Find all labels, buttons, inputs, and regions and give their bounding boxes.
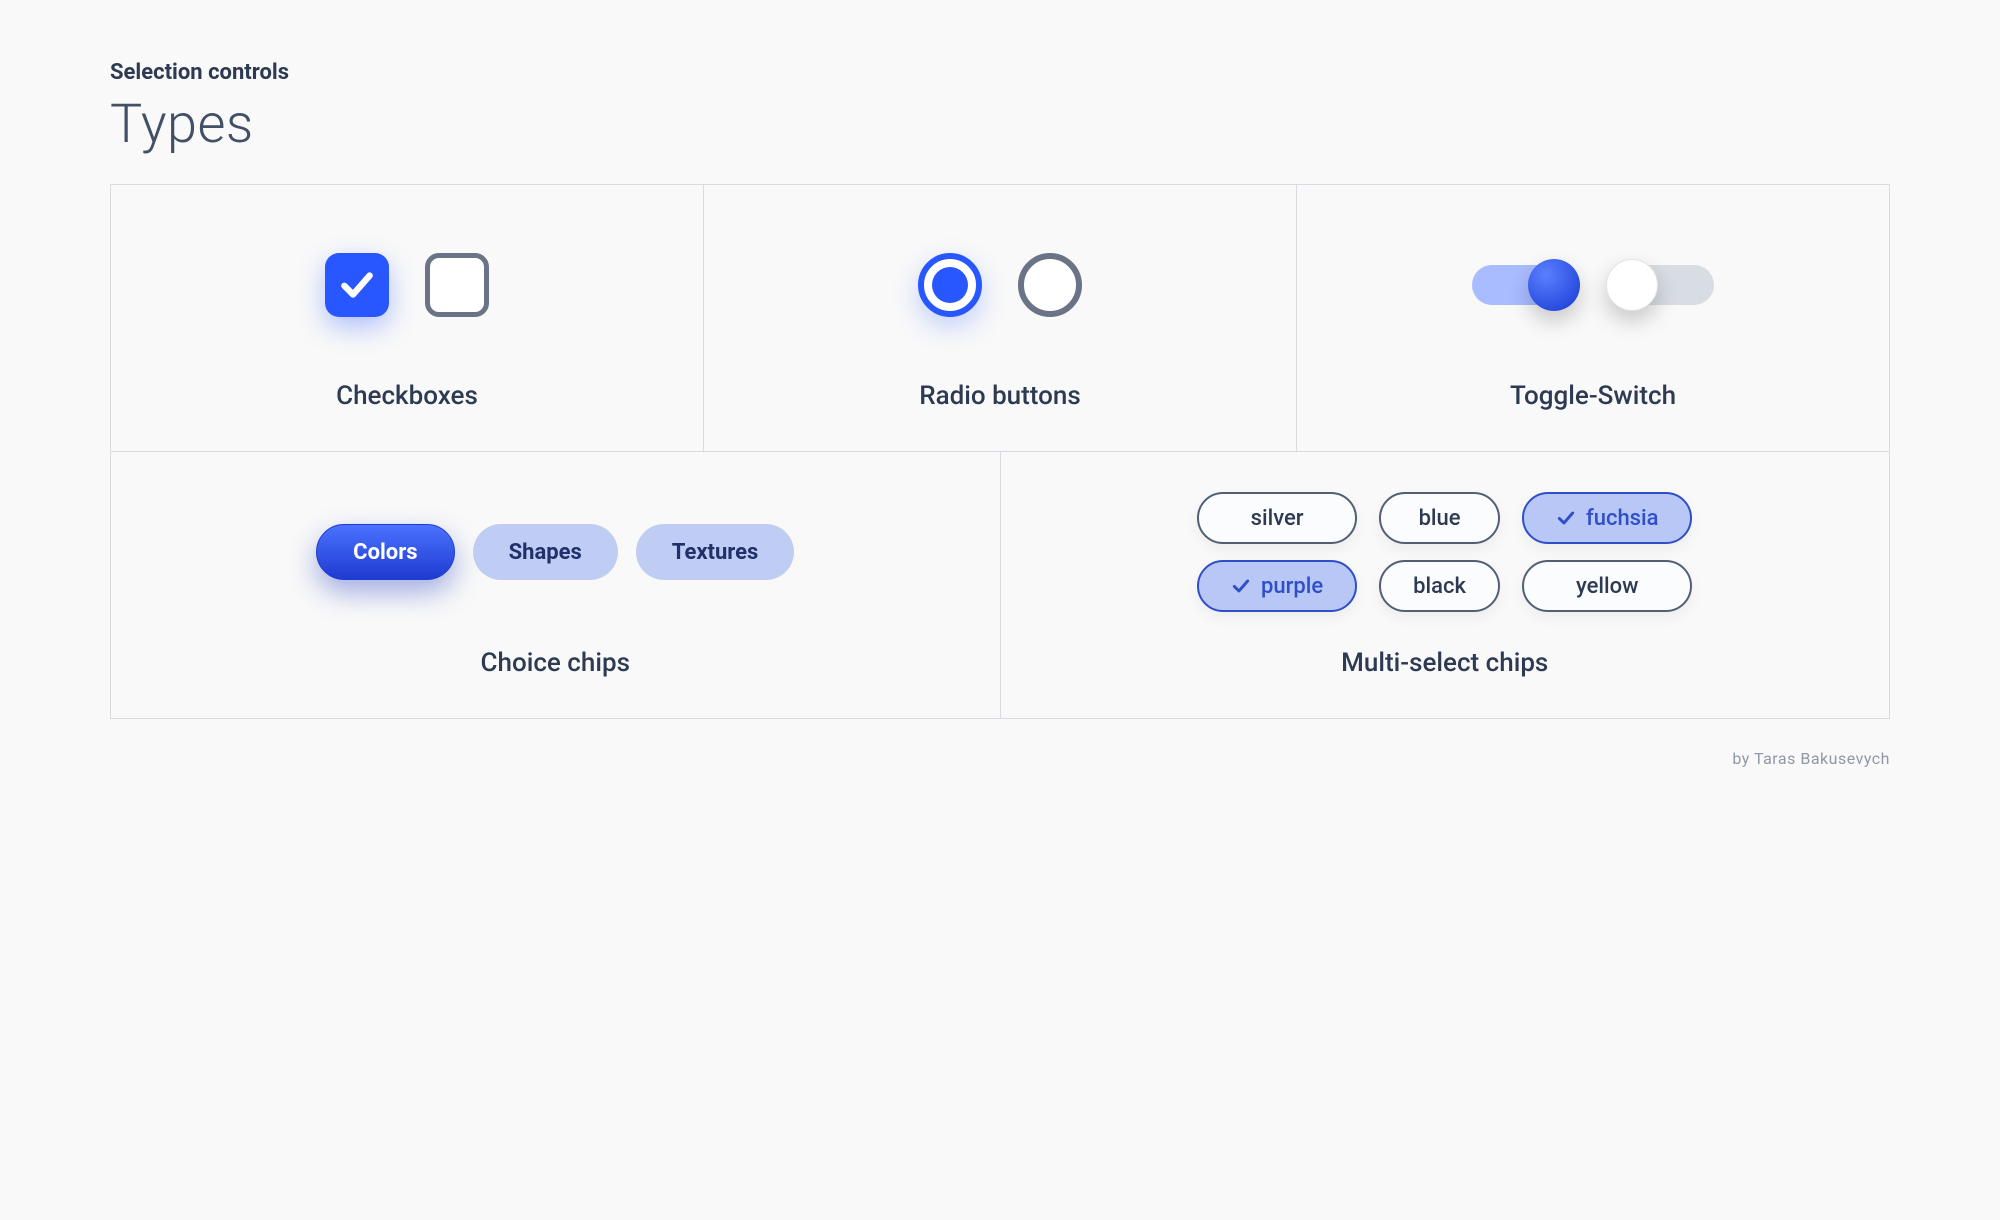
grid-row-2: Colors Shapes Textures Choice chips silv… <box>111 451 1889 718</box>
panel-radio: Radio buttons <box>703 185 1296 451</box>
toggle-on[interactable] <box>1472 261 1580 309</box>
chip-label: yellow <box>1576 574 1638 599</box>
header-eyebrow: Selection controls <box>110 60 1890 85</box>
panel-label-radio: Radio buttons <box>919 381 1081 411</box>
choice-chip-label: Shapes <box>509 540 582 565</box>
choice-chip-label: Colors <box>353 540 417 565</box>
toggle-off-knob <box>1606 259 1658 311</box>
panel-checkboxes: Checkboxes <box>111 185 703 451</box>
panel-label-multi: Multi-select chips <box>1341 648 1548 678</box>
choice-chip-shapes[interactable]: Shapes <box>473 524 618 580</box>
choice-chip-label: Textures <box>672 540 759 565</box>
choice-chip-textures[interactable]: Textures <box>636 524 795 580</box>
multi-chip-purple[interactable]: purple <box>1197 560 1357 612</box>
page-title: Types <box>110 93 1890 156</box>
checkboxes-demo <box>325 225 489 345</box>
checkbox-unchecked[interactable] <box>425 253 489 317</box>
panel-choice-chips: Colors Shapes Textures Choice chips <box>111 452 1000 718</box>
toggle-demo <box>1472 225 1714 345</box>
checkbox-checked[interactable] <box>325 253 389 317</box>
multi-chip-grid: silver blue fuchsia <box>1197 492 1692 612</box>
toggle-on-knob <box>1528 259 1580 311</box>
chip-label: fuchsia <box>1586 506 1659 531</box>
chip-label: silver <box>1251 506 1304 531</box>
grid-row-1: Checkboxes Radio buttons <box>111 185 1889 451</box>
panel-multi-chips: silver blue fuchsia <box>1000 452 1890 718</box>
panel-label-choice: Choice chips <box>481 648 630 678</box>
multi-chip-fuchsia[interactable]: fuchsia <box>1522 492 1693 544</box>
radio-selected[interactable] <box>918 253 982 317</box>
choice-chip-colors[interactable]: Colors <box>316 524 454 580</box>
check-icon <box>1556 508 1576 528</box>
chip-label: purple <box>1261 574 1323 599</box>
panel-label-checkboxes: Checkboxes <box>336 381 478 411</box>
check-icon <box>1231 576 1251 596</box>
multi-chip-yellow[interactable]: yellow <box>1522 560 1693 612</box>
multi-chips-demo: silver blue fuchsia <box>1197 492 1692 612</box>
radio-demo <box>918 225 1082 345</box>
panel-label-toggle: Toggle-Switch <box>1510 381 1676 411</box>
toggle-off[interactable] <box>1606 261 1714 309</box>
choice-chips-demo: Colors Shapes Textures <box>316 492 794 612</box>
check-icon <box>338 266 376 304</box>
panel-toggle: Toggle-Switch <box>1296 185 1889 451</box>
credit-line: by Taras Bakusevych <box>110 749 1890 768</box>
chip-label: black <box>1413 574 1466 599</box>
chip-label: blue <box>1419 506 1461 531</box>
multi-chip-silver[interactable]: silver <box>1197 492 1357 544</box>
types-grid: Checkboxes Radio buttons <box>110 184 1890 719</box>
multi-chip-black[interactable]: black <box>1379 560 1500 612</box>
radio-selected-inner-icon <box>932 267 968 303</box>
radio-unselected[interactable] <box>1018 253 1082 317</box>
multi-chip-blue[interactable]: blue <box>1379 492 1500 544</box>
